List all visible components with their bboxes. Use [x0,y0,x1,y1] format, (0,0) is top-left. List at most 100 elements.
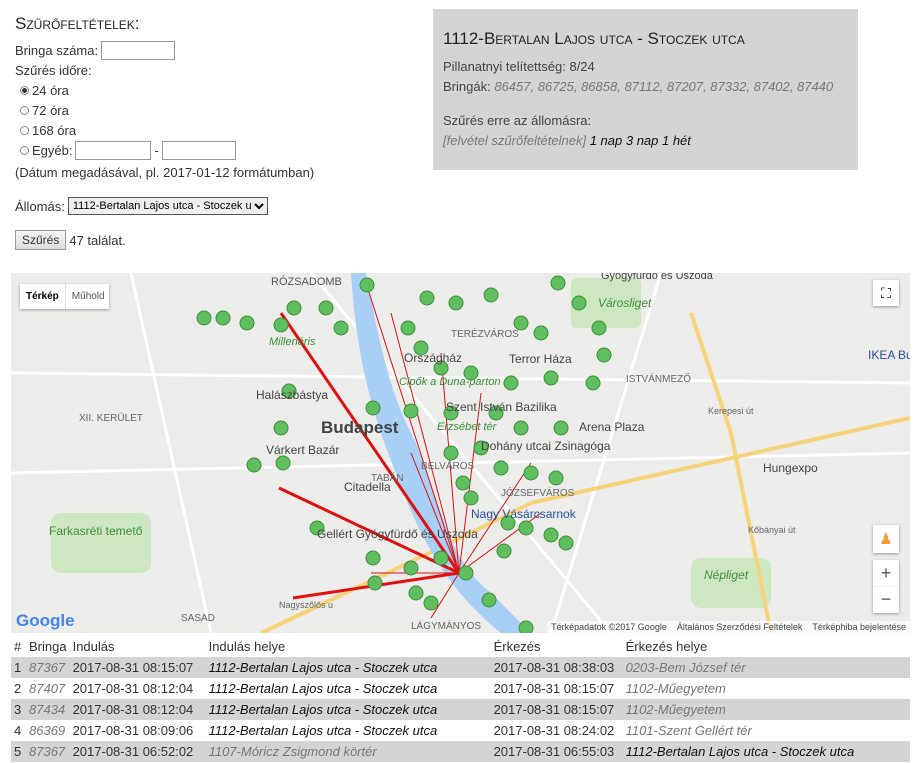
radio-label: 24 óra [32,82,69,98]
cell-departure: 2017-08-31 06:52:02 [69,741,206,762]
cell-departure-place[interactable]: 1112-Bertalan Lajos utca - Stoczek utca [205,657,491,678]
cell-arrival-place[interactable]: 1102-Műegyetem [622,699,910,720]
cell-departure-place[interactable]: 1107-Móricz Zsigmond körtér [205,741,491,762]
radio-dot[interactable] [20,145,29,155]
cell-index: 4 [14,723,22,738]
station-filter-links: [felvétel szűrőfeltételnek] 1 nap 3 nap … [443,131,848,151]
street-view-pegman-icon[interactable]: ♟ [873,525,899,553]
radio-168h[interactable]: 168 óra [15,120,415,140]
map-label: Hungexpo [763,461,818,475]
cell-departure: 2017-08-31 08:09:06 [72,723,194,738]
cell-arrival-place[interactable]: 1112-Bertalan Lajos utca - Stoczek utca [622,741,910,762]
map-attribution: Térképadatok ©2017 Google Általános Szer… [547,621,910,633]
zoom-out-icon[interactable]: − [873,586,899,613]
map-label: Nagyszőlős u [279,600,334,610]
map[interactable]: RÓZSADOMB Millenáris Halászbástya Budape… [11,273,910,633]
radio-label: 72 óra [32,102,69,118]
radio-dot[interactable] [20,105,29,115]
cell-bike[interactable]: 87367 [26,741,70,762]
radio-dot[interactable] [20,125,29,135]
map-label: SASAD [181,613,215,624]
date-separator: - [154,142,159,158]
google-logo: Google [16,611,75,630]
radio-24h[interactable]: 24 óra [15,80,415,100]
cell-arrival-place[interactable]: 1101-Szent Gellért tér [623,720,910,741]
map-label: XII. KERÜLET [79,413,143,424]
map-label: BELVÁROS [421,461,475,472]
cell-departure: 2017-08-31 08:12:04 [69,699,206,720]
map-label: ISTVÁNMEZŐ [626,374,692,385]
map-type-control: Térkép Műhold [20,284,109,309]
add-filter-link[interactable]: [felvétel szűrőfeltételnek] [443,133,586,148]
zoom-in-icon[interactable]: + [873,560,899,586]
date-from-input[interactable] [75,140,152,160]
map-label: Farkasréti temető [49,524,143,538]
station-row: Állomás: 1112-Bertalan Lajos utca - Stoc… [15,196,415,216]
map-label: Kőbányai út [748,525,796,535]
radio-label: 168 óra [32,122,77,138]
map-label: Városliget [598,296,652,310]
bikes-list: 86457, 86725, 86858, 87112, 87207, 87332… [494,79,834,94]
map-label: Gellért Gyógyfürdő és Uszoda [317,527,478,541]
cell-arrival: 2017-08-31 08:15:07 [493,681,615,696]
cell-bike[interactable]: 87434 [26,699,70,720]
cell-departure-place[interactable]: 1112-Bertalan Lajos utca - Stoczek utca [205,699,491,720]
map-type-map-button[interactable]: Térkép [20,284,65,309]
cell-departure-place[interactable]: 1112-Bertalan Lajos utca - Stoczek utca [206,678,491,699]
quick-period-links[interactable]: 1 nap 3 nap 1 hét [590,133,691,148]
header-arrival-place: Érkezés helye [625,639,708,654]
bikes-line: Bringák: 86457, 86725, 86858, 87112, 872… [443,77,848,97]
table-row: 2 87407 2017-08-31 08:12:04 1112-Bertala… [11,678,910,699]
cell-departure-place[interactable]: 1112-Bertalan Lajos utca - Stoczek utca [206,720,491,741]
results-table: # Bringa Indulás Indulás helye Érkezés É… [11,636,910,762]
radio-other[interactable]: Egyéb: - [15,140,415,160]
map-label: Erzsébet tér [437,421,497,433]
date-to-input[interactable] [161,140,236,160]
radio-label: Egyéb: [32,142,73,158]
map-type-satellite-button[interactable]: Műhold [64,284,111,309]
map-label: Millenáris [269,336,316,348]
cell-bike[interactable]: 87367 [26,657,70,678]
map-label: TERÉZVÁROS [451,329,519,340]
map-label: Várkert Bazár [266,443,340,457]
cell-arrival: 2017-08-31 08:38:03 [490,657,623,678]
cell-arrival: 2017-08-31 08:15:07 [490,699,623,720]
map-label: Nagy Vásárcsarnok [471,507,576,521]
bike-number-input[interactable] [101,40,176,60]
table-row: 5 87367 2017-08-31 06:52:02 1107-Móricz … [11,741,910,762]
map-canvas[interactable] [11,273,910,633]
filter-submit-button[interactable]: Szűrés [15,230,67,250]
cell-arrival-place[interactable]: 1102-Műegyetem [623,678,910,699]
radio-72h[interactable]: 72 óra [15,100,415,120]
result-count: 47 találat. [69,232,126,248]
period-label: Szűrés időre: [15,62,92,78]
map-label: Népliget [704,568,749,582]
cell-index: 1 [11,657,26,678]
table-row: 4 86369 2017-08-31 08:09:06 1112-Bertala… [11,720,910,741]
cell-bike[interactable]: 86369 [26,720,70,741]
submit-row: Szűrés 47 találat. [15,230,415,250]
filter-title: Szűrőfeltételek: [15,14,140,33]
header-index: # [14,639,22,654]
map-label: Országház [404,351,463,365]
map-label: Cipők a Duna-parton [399,376,501,388]
terms-link[interactable]: Általános Szerződési Feltételek [677,622,803,632]
map-label: Kerepesi út [708,406,754,416]
map-label: Dohány utcai Zsinagóga [481,439,611,453]
bike-label: Bringa száma: [15,42,99,58]
cell-bike[interactable]: 87407 [26,678,70,699]
map-label: Szent István Bazilika [446,400,557,414]
header-bike: Bringa [29,639,67,654]
map-label: TABÁN [371,473,404,484]
fullscreen-icon[interactable]: ⛶ [873,280,899,306]
station-filter-label: Szűrés erre az állomásra: [443,113,592,128]
cell-arrival-place[interactable]: 0203-Bem József tér [622,657,910,678]
station-select[interactable]: 1112-Bertalan Lajos utca - Stoczek utca [67,197,268,215]
header-arrival: Érkezés [493,639,541,654]
cell-index: 2 [14,681,22,696]
table-row: 3 87434 2017-08-31 08:12:04 1112-Bertala… [11,699,910,720]
report-error-link[interactable]: Térképhiba bejelentése [812,622,906,632]
radio-dot[interactable] [20,85,29,95]
table-header-row: # Bringa Indulás Indulás helye Érkezés É… [11,636,910,657]
map-label: RÓZSADOMB [271,276,342,288]
